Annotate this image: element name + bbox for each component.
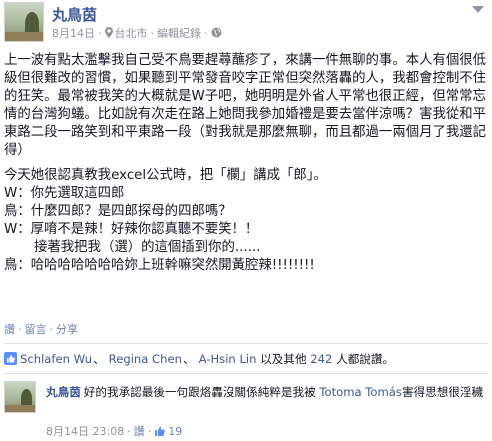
liker-name[interactable]: Schlafen Wu: [20, 352, 92, 366]
like-button[interactable]: 讚: [4, 323, 15, 336]
thumbs-up-icon: [4, 352, 17, 365]
likes-others-prefix: 以及其他: [260, 352, 307, 366]
likes-summary: Schlafen Wu、 Regina Chen、 A-Hsin Lin 以及其他 …: [4, 351, 394, 367]
post-line: 鳥：什麼四郎？是四郎探母的四郎嗎？: [4, 204, 232, 220]
edit-history-link[interactable]: 編輯紀錄: [157, 25, 201, 41]
liker-name[interactable]: Regina Chen: [109, 352, 182, 366]
comment-author[interactable]: 丸鳥茵: [46, 385, 81, 399]
share-button[interactable]: 分享: [56, 323, 78, 336]
post-paragraph: 上一波有點太濫擊我自己受不鳥要趕蕁蘸疹了，來講一件無聊的事。本人有個很低級但很難…: [4, 53, 487, 158]
post-line: 接著我把我（選）的這個插到你的......: [34, 240, 261, 256]
comment-mention[interactable]: Totoma Tomás: [319, 385, 402, 399]
author-name[interactable]: 丸鳥茵: [52, 4, 97, 25]
comment-like-button[interactable]: 讚: [134, 425, 145, 438]
divider: [4, 373, 488, 374]
post-meta: 8月14日 · 台北市 · 編輯紀錄 ·: [52, 25, 222, 41]
facebook-post: 丸鳥茵 8月14日 · 台北市 · 編輯紀錄 · 上一波有點太濫擊我自己受不鳥要趕蕁蘸疹了…: [0, 0, 492, 441]
commenter-avatar[interactable]: [4, 381, 36, 413]
post-actions: 讚 · 留言 · 分享: [4, 323, 78, 336]
comment-meta: 8月14日 23:08 · 讚 · 19: [46, 425, 183, 438]
post-line: W：厚唷不是辣！好辣你認真聽不要笑！！: [4, 222, 259, 238]
post-date[interactable]: 8月14日: [52, 25, 95, 41]
comment-text: 好的我承認最後一句跟烙轟沒關係純粹是我被: [83, 385, 316, 399]
author-avatar[interactable]: [4, 2, 44, 42]
globe-icon[interactable]: [211, 27, 222, 38]
post-content: 上一波有點太濫擊我自己受不鳥要趕蕁蘸疹了，來講一件無聊的事。本人有個很低級但很難…: [4, 52, 488, 275]
likes-others-suffix: 人都說讚。: [336, 352, 395, 366]
thumbs-up-icon: [155, 426, 165, 436]
comment-text: 害得思想很淫穢: [401, 385, 484, 399]
post-options-chevron-icon[interactable]: [472, 6, 484, 13]
post-location[interactable]: 台北市: [115, 25, 148, 41]
comment-button[interactable]: 留言: [25, 323, 47, 336]
comment-like-count[interactable]: 19: [168, 425, 182, 438]
comment: 丸鳥茵 好的我承認最後一句跟烙轟沒關係純粹是我被 Totoma Tomás害得思想…: [46, 385, 486, 400]
post-line: W：你先選取這四郎: [4, 186, 125, 202]
location-pin-icon: [104, 27, 113, 38]
divider: [4, 343, 488, 344]
comment-date[interactable]: 8月14日 23:08: [46, 425, 124, 438]
liker-name[interactable]: A-Hsin Lin: [199, 352, 257, 366]
post-line: 鳥：哈哈哈哈哈哈哈妳上班幹嘛突然開黃腔辣!!!!!!!!: [4, 257, 315, 273]
post-line: 今天她很認真教我excel公式時，把「欄」講成「郎」。: [4, 168, 327, 184]
likes-others-count[interactable]: 242: [310, 352, 332, 366]
